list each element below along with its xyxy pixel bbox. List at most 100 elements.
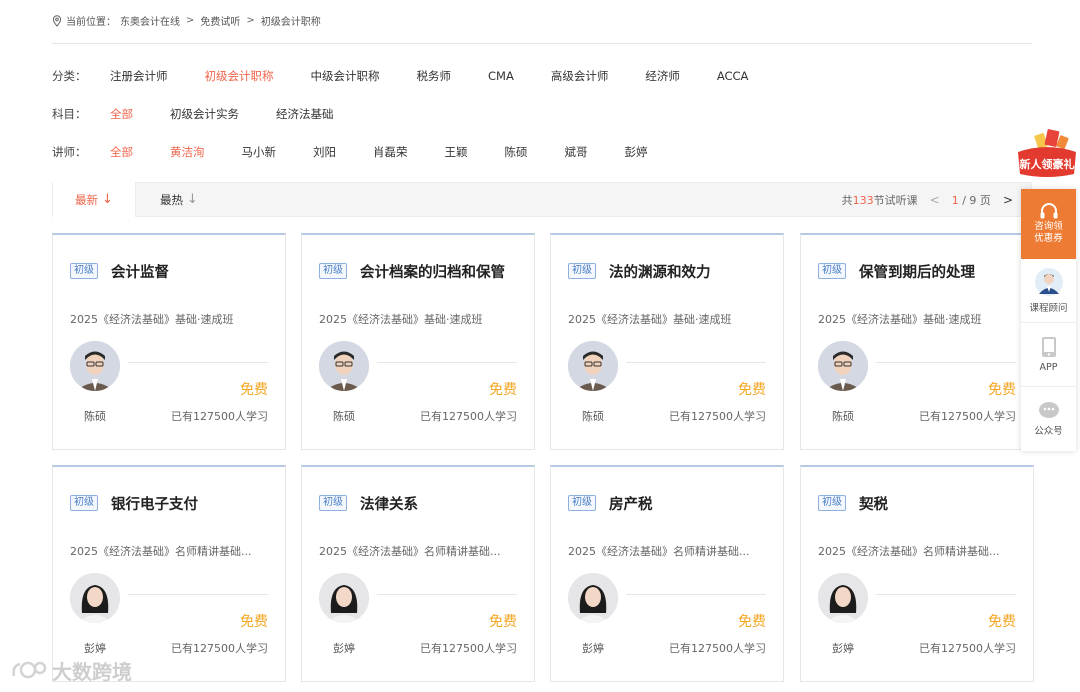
teacher-option-chen[interactable]: 陈硕	[505, 144, 528, 160]
category-option-acca[interactable]: ACCA	[717, 69, 749, 83]
teacher-option-peng[interactable]: 彭婷	[625, 144, 648, 160]
total-count-text: 共133节试听课	[842, 192, 918, 208]
advisor-avatar	[1034, 267, 1063, 296]
course-card[interactable]: 初级 会计档案的归档和保管 2025《经济法基础》基础·速成班 免费 陈硕 已有12750…	[301, 233, 535, 450]
level-tag: 初级	[70, 263, 98, 279]
subject-option-all[interactable]: 全部	[110, 106, 133, 122]
course-title[interactable]: 法的渊源和效力	[609, 261, 711, 282]
price-label: 免费	[240, 382, 268, 398]
category-option-cpa[interactable]: 注册会计师	[110, 68, 168, 84]
category-filter-label: 分类：	[52, 69, 87, 83]
course-title[interactable]: 会计监督	[111, 261, 169, 282]
course-subtitle: 2025《经济法基础》基础·速成班	[319, 313, 483, 326]
course-card[interactable]: 初级 法的渊源和效力 2025《经济法基础》基础·速成班 免费 陈硕 已有127500人学…	[550, 233, 784, 450]
breadcrumb: 当前位置： 东奥会计在线 > 免费试听 > 初级会计职称	[52, 13, 321, 28]
category-option-economist[interactable]: 经济师	[645, 68, 680, 84]
breadcrumb-home-link[interactable]: 东奥会计在线	[120, 13, 180, 28]
card-divider	[128, 362, 268, 363]
course-subtitle: 2025《经济法基础》名师精讲基础...	[70, 545, 252, 558]
course-title[interactable]: 银行电子支付	[111, 493, 198, 514]
learner-count: 已有127500人学习	[669, 410, 766, 423]
subject-filter: 科目： 全部 初级会计实务 经济法基础	[52, 106, 334, 122]
category-option-cma[interactable]: CMA	[488, 69, 514, 83]
teacher-name: 陈硕	[84, 410, 106, 423]
category-option-intermediate-accounting[interactable]: 中级会计职称	[311, 68, 380, 84]
price-label: 免费	[240, 614, 268, 630]
teacher-avatar	[70, 341, 120, 391]
course-title[interactable]: 房产税	[609, 493, 653, 514]
card-divider	[377, 362, 517, 363]
course-title[interactable]: 法律关系	[360, 493, 418, 514]
teacher-name: 彭婷	[832, 642, 854, 655]
page-total: / 9 页	[962, 193, 991, 207]
card-divider	[876, 362, 1016, 363]
teacher-option-liu[interactable]: 刘阳	[313, 144, 336, 160]
total-prefix: 共	[841, 193, 853, 207]
wechat-account-button[interactable]: 公众号	[1021, 387, 1076, 451]
teacher-option-bin[interactable]: 斌哥	[565, 144, 588, 160]
teacher-avatar	[319, 573, 369, 623]
course-card[interactable]: 初级 银行电子支付 2025《经济法基础》名师精讲基础... 免费 彭婷 已有127500…	[52, 465, 286, 682]
course-subtitle: 2025《经济法基础》名师精讲基础...	[818, 545, 1000, 558]
breadcrumb-separator: >	[246, 15, 255, 26]
course-subtitle: 2025《经济法基础》名师精讲基础...	[568, 545, 750, 558]
wechat-label: 公众号	[1034, 426, 1063, 437]
teacher-filter: 讲师： 全部 黄洁洵 马小新 刘阳 肖磊荣 王颖 陈硕 斌哥 彭婷	[52, 144, 648, 160]
level-tag: 初级	[568, 495, 596, 511]
teacher-option-xiao[interactable]: 肖磊荣	[373, 144, 408, 160]
teacher-option-all[interactable]: 全部	[110, 144, 133, 160]
page-indicator: 1 / 9 页	[952, 192, 991, 208]
course-subtitle: 2025《经济法基础》名师精讲基础...	[319, 545, 501, 558]
teacher-avatar	[319, 341, 369, 391]
breadcrumb-prefix: 当前位置：	[66, 17, 116, 28]
learner-count: 已有127500人学习	[919, 410, 1016, 423]
price-label: 免费	[738, 614, 766, 630]
course-card[interactable]: 初级 法律关系 2025《经济法基础》名师精讲基础... 免费 彭婷 已有127500人学…	[301, 465, 535, 682]
teacher-option-huang[interactable]: 黄洁洵	[170, 144, 205, 160]
category-option-tax-agent[interactable]: 税务师	[417, 68, 452, 84]
card-divider	[626, 362, 766, 363]
next-page-button[interactable]: >	[1003, 193, 1013, 207]
subject-option-economic-law[interactable]: 经济法基础	[276, 106, 334, 122]
prev-page-button[interactable]: <	[930, 193, 940, 207]
current-page: 1	[951, 193, 959, 207]
teacher-option-wang[interactable]: 王颖	[445, 144, 468, 160]
card-divider	[128, 594, 268, 595]
level-tag: 初级	[70, 495, 98, 511]
teacher-avatar	[568, 341, 618, 391]
breadcrumb-current: 初级会计职称	[260, 17, 321, 28]
learner-count: 已有127500人学习	[171, 410, 268, 423]
level-tag: 初级	[319, 263, 347, 279]
course-title[interactable]: 契税	[859, 493, 888, 514]
sort-newest-label: 最新	[75, 192, 99, 207]
category-option-junior-accounting[interactable]: 初级会计职称	[205, 68, 274, 84]
learner-count: 已有127500人学习	[420, 642, 517, 655]
course-card[interactable]: 初级 保管到期后的处理 2025《经济法基础》基础·速成班 免费 陈硕 已有127500人…	[800, 233, 1034, 450]
phone-icon	[1041, 337, 1056, 357]
watermark-logo-icon	[12, 661, 47, 678]
category-option-senior-accountant[interactable]: 高级会计师	[551, 68, 609, 84]
floating-sidebar: 咨询领 优惠券 课程顾问 APP 公众号	[1021, 189, 1076, 451]
teacher-option-ma[interactable]: 马小新	[242, 144, 277, 160]
course-title[interactable]: 保管到期后的处理	[859, 261, 975, 282]
course-card[interactable]: 初级 契税 2025《经济法基础》名师精讲基础... 免费 彭婷 已有127500人学习	[800, 465, 1034, 682]
learner-count: 已有127500人学习	[669, 642, 766, 655]
course-title[interactable]: 会计档案的归档和保管	[360, 261, 505, 282]
course-advisor-button[interactable]: 课程顾问	[1021, 259, 1076, 323]
watermark: 大数跨境	[10, 656, 132, 685]
sort-newest-tab[interactable]: 最新 ↓	[52, 182, 136, 217]
subject-option-junior-practice[interactable]: 初级会计实务	[170, 106, 239, 122]
teacher-name: 陈硕	[582, 410, 604, 423]
sort-hottest-tab[interactable]: 最热 ↓	[137, 182, 221, 217]
gift-banner-icon[interactable]: 新人领豪礼	[1014, 128, 1080, 182]
course-card[interactable]: 初级 会计监督 2025《经济法基础》基础·速成班免费陈硕 已有127500人学习	[52, 233, 286, 450]
breadcrumb-free-trial-link[interactable]: 免费试听	[200, 13, 240, 28]
sort-bar: 最新 ↓ 最热 ↓ 共133节试听课 < 1 / 9 页 >	[52, 182, 1032, 217]
card-divider	[377, 594, 517, 595]
teacher-name: 彭婷	[333, 642, 355, 655]
consult-coupon-button[interactable]: 咨询领 优惠券	[1021, 189, 1076, 259]
arrow-down-icon: ↓	[102, 192, 113, 207]
course-subtitle: 2025《经济法基础》基础·速成班	[70, 313, 234, 326]
app-download-button[interactable]: APP	[1021, 323, 1076, 387]
course-card[interactable]: 初级 房产税 2025《经济法基础》名师精讲基础... 免费 彭婷 已有127500人学习	[550, 465, 784, 682]
